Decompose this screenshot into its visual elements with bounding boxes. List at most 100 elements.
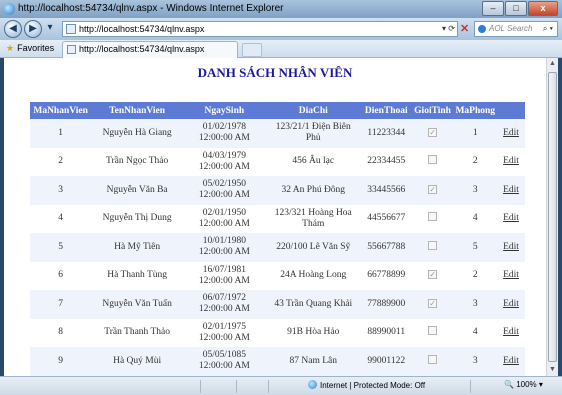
browser-tab[interactable]: http://localhost:54734/qlnv.aspx <box>62 41 238 58</box>
scroll-up-icon[interactable]: ▲ <box>547 58 558 70</box>
cell-ngay-sinh: 01/02/1978 12:00:00 AM <box>182 119 266 148</box>
cell-ngay-sinh: 04/03/1979 12:00:00 AM <box>182 147 266 176</box>
cell-ten-nhan-vien: Nguyễn Hà Giang <box>91 119 183 148</box>
cell-ma-phong: 4 <box>453 204 498 233</box>
edit-link[interactable]: Edit <box>503 242 519 252</box>
status-bar: Internet | Protected Mode: Off 🔍 100% ▾ <box>0 376 562 395</box>
cell-gioi-tinh <box>411 204 454 233</box>
cell-dien-thoai: 22334455 <box>360 147 412 176</box>
cell-dien-thoai: 11223344 <box>360 119 412 148</box>
cell-ma-phong: 5 <box>453 233 498 262</box>
cell-ngay-sinh: 02/01/1975 12:00:00 AM <box>182 318 266 347</box>
cell-dia-chi: 24A Hoàng Long <box>265 261 361 290</box>
column-header: MaNhanVien <box>30 102 92 119</box>
cell-ma-phong: 3 <box>453 290 498 319</box>
cell-ma-phong: 2 <box>453 147 498 176</box>
minimize-button[interactable]: – <box>482 1 504 16</box>
column-header: GioiTinh <box>411 102 454 119</box>
cell-ma-nhan-vien: 3 <box>30 176 92 205</box>
page-title: DANH SÁCH NHÂN VIÊN <box>197 65 353 80</box>
checked-checkbox: ✓ <box>428 270 438 280</box>
search-input[interactable]: AOL Search ⌕ ▾ <box>474 21 558 37</box>
cell-edit: Edit <box>497 261 525 290</box>
vertical-scrollbar[interactable]: ▲ ▼ <box>546 58 558 376</box>
search-icon[interactable]: ⌕ ▾ <box>543 22 553 36</box>
unchecked-checkbox <box>428 240 438 250</box>
table-body: 1 Nguyễn Hà Giang 01/02/1978 12:00:00 AM 12… <box>30 119 525 376</box>
cell-ma-nhan-vien: 9 <box>30 347 92 376</box>
unchecked-checkbox <box>428 326 438 336</box>
cell-edit: Edit <box>497 290 525 319</box>
checked-checkbox: ✓ <box>428 298 438 308</box>
window-title: http://localhost:54734/qlnv.aspx - Windo… <box>18 3 284 14</box>
cell-dia-chi: 43 Trần Quang Khải <box>265 290 361 319</box>
forward-button[interactable]: ▶ <box>24 20 42 38</box>
zoom-control[interactable]: 🔍 100% ▾ <box>504 380 543 389</box>
cell-edit: Edit <box>497 204 525 233</box>
status-divider <box>470 380 471 393</box>
edit-link[interactable]: Edit <box>503 270 519 280</box>
cell-dien-thoai: 44556677 <box>360 204 412 233</box>
tab-title: http://localhost:54734/qlnv.aspx <box>79 44 205 54</box>
cell-ten-nhan-vien: Nguyễn Văn Ba <box>91 176 183 205</box>
column-header: NgaySinh <box>182 102 266 119</box>
page-icon <box>66 24 76 34</box>
table-row: 1 Nguyễn Hà Giang 01/02/1978 12:00:00 AM 12… <box>30 119 525 148</box>
cell-gioi-tinh <box>411 233 454 262</box>
table-header-row: MaNhanVien TenNhanVien NgaySinh DiaChi DienT… <box>30 102 525 119</box>
edit-link[interactable]: Edit <box>503 213 519 223</box>
back-button[interactable]: ◀ <box>4 20 22 38</box>
table-row: 4 Nguyễn Thị Dung 02/01/1950 12:00:00 AM 12… <box>30 204 525 233</box>
cell-dien-thoai: 55667788 <box>360 233 412 262</box>
aol-search-icon <box>478 25 486 33</box>
maximize-button[interactable]: □ <box>505 1 527 16</box>
cell-dien-thoai: 77889900 <box>360 290 412 319</box>
cell-ma-phong: 4 <box>453 318 498 347</box>
cell-edit: Edit <box>497 318 525 347</box>
scroll-thumb[interactable] <box>548 72 557 362</box>
close-button[interactable]: x <box>528 1 558 16</box>
cell-ngay-sinh: 05/02/1950 12:00:00 AM <box>182 176 266 205</box>
security-zone[interactable]: Internet | Protected Mode: Off <box>308 380 425 390</box>
zone-text: Internet | Protected Mode: Off <box>320 381 426 390</box>
cell-gioi-tinh: ✓ <box>411 176 454 205</box>
history-dropdown-icon[interactable]: ▾ <box>44 20 56 38</box>
status-divider <box>236 380 237 393</box>
favorites-bar: ★ Favorites http://localhost:54734/qlnv.a… <box>0 40 562 58</box>
cell-ten-nhan-vien: Hà Thanh Tùng <box>91 261 183 290</box>
address-input[interactable]: http://localhost:54734/qlnv.aspx ▾ ⟳ <box>62 21 458 37</box>
cell-dia-chi: 87 Nam Lân <box>265 347 361 376</box>
table-row: 2 Trần Ngọc Thảo 04/03/1979 12:00:00 AM 456… <box>30 147 525 176</box>
refresh-icon[interactable]: ▾ ⟳ <box>442 22 455 36</box>
edit-link[interactable]: Edit <box>503 185 519 195</box>
cell-ngay-sinh: 16/07/1981 12:00:00 AM <box>182 261 266 290</box>
favorites-label: Favorites <box>17 43 55 53</box>
star-icon: ★ <box>6 43 15 53</box>
title-bar: http://localhost:54734/qlnv.aspx - Windo… <box>0 0 562 18</box>
cell-ma-nhan-vien: 2 <box>30 147 92 176</box>
cell-gioi-tinh <box>411 147 454 176</box>
scroll-down-icon[interactable]: ▼ <box>547 364 558 376</box>
cell-dia-chi: 123/321 Hoàng Hoa Thám <box>265 204 361 233</box>
table-row: 3 Nguyễn Văn Ba 05/02/1950 12:00:00 AM 32 A… <box>30 176 525 205</box>
cell-dien-thoai: 66778899 <box>360 261 412 290</box>
cell-gioi-tinh: ✓ <box>411 290 454 319</box>
edit-link[interactable]: Edit <box>503 128 519 138</box>
edit-link[interactable]: Edit <box>503 299 519 309</box>
status-divider <box>268 380 269 393</box>
cell-gioi-tinh: ✓ <box>411 119 454 148</box>
edit-link[interactable]: Edit <box>503 327 519 337</box>
stop-icon[interactable]: ✕ <box>460 21 472 37</box>
favorites-button[interactable]: ★ Favorites <box>6 43 54 54</box>
edit-link[interactable]: Edit <box>503 156 519 166</box>
checked-checkbox: ✓ <box>428 127 438 137</box>
new-tab-button[interactable] <box>242 43 262 57</box>
cell-edit: Edit <box>497 347 525 376</box>
cell-ngay-sinh: 02/01/1950 12:00:00 AM <box>182 204 266 233</box>
edit-link[interactable]: Edit <box>503 356 519 366</box>
address-toolbar: ◀ ▶ ▾ http://localhost:54734/qlnv.aspx ▾… <box>0 18 562 40</box>
cell-ma-nhan-vien: 1 <box>30 119 92 148</box>
cell-dia-chi: 220/100 Lê Văn Sỹ <box>265 233 361 262</box>
zoom-level: 100% <box>516 380 537 389</box>
column-header: MaPhong <box>453 102 498 119</box>
